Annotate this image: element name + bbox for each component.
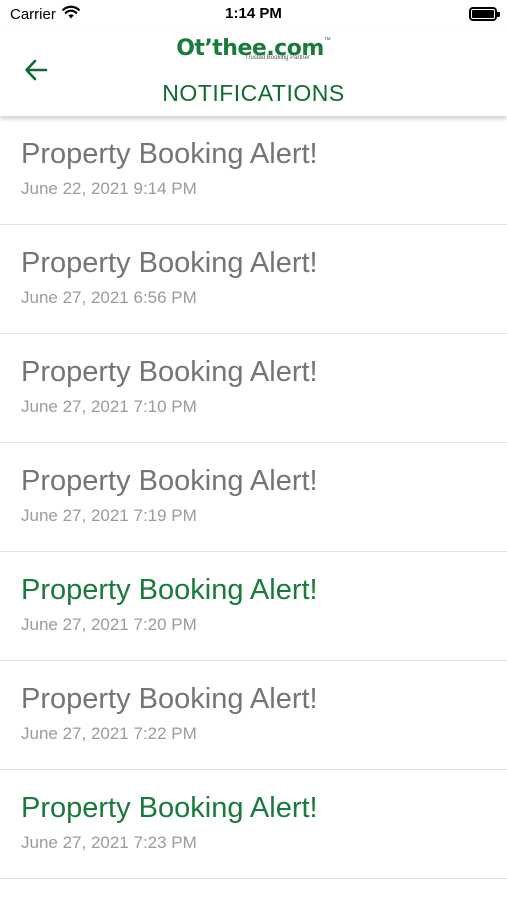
notification-date: June 27, 2021 7:22 PM bbox=[21, 724, 197, 743]
notification-item[interactable]: Property Booking Alert! June 27, 2021 7:… bbox=[0, 334, 507, 443]
notification-date: June 27, 2021 7:20 PM bbox=[21, 615, 197, 634]
page-title: NOTIFICATIONS bbox=[162, 80, 345, 106]
notification-item[interactable]: Property Booking Alert! June 27, 2021 7:… bbox=[0, 770, 507, 879]
battery-fill bbox=[472, 10, 494, 18]
notification-title: Property Booking Alert! bbox=[21, 574, 318, 606]
notification-item[interactable]: Property Booking Alert! June 27, 2021 6:… bbox=[0, 225, 507, 334]
notification-title: Property Booking Alert! bbox=[21, 247, 318, 279]
logo-trademark: ™ bbox=[323, 37, 331, 44]
app-header: Ot’thee.com™ Trusted Booking Partner NOT… bbox=[0, 30, 507, 116]
notification-title: Property Booking Alert! bbox=[21, 356, 318, 388]
notification-date: June 27, 2021 6:56 PM bbox=[21, 288, 197, 307]
notification-title: Property Booking Alert! bbox=[21, 138, 318, 170]
notification-title: Property Booking Alert! bbox=[21, 683, 318, 715]
notification-item[interactable]: Property Booking Alert! June 27, 2021 7:… bbox=[0, 443, 507, 552]
notification-date: June 22, 2021 9:14 PM bbox=[21, 179, 197, 198]
notification-title: Property Booking Alert! bbox=[21, 465, 318, 497]
notification-item[interactable]: Property Booking Alert! June 27, 2021 7:… bbox=[0, 552, 507, 661]
battery-icon bbox=[469, 7, 500, 21]
logo-tagline: Trusted Booking Partner bbox=[245, 55, 310, 61]
notification-item[interactable]: Property Booking Alert! June 22, 2021 9:… bbox=[0, 116, 507, 225]
notification-date: June 27, 2021 7:23 PM bbox=[21, 833, 197, 852]
status-time: 1:14 PM bbox=[225, 5, 282, 22]
notification-date: June 27, 2021 7:19 PM bbox=[21, 506, 197, 525]
notification-title: Property Booking Alert! bbox=[21, 792, 318, 824]
notification-list: Property Booking Alert! June 22, 2021 9:… bbox=[0, 116, 507, 879]
notification-item[interactable]: Property Booking Alert! June 27, 2021 7:… bbox=[0, 661, 507, 770]
status-bar: Carrier 1:14 PM bbox=[0, 0, 507, 30]
notification-date: June 27, 2021 7:10 PM bbox=[21, 397, 197, 416]
